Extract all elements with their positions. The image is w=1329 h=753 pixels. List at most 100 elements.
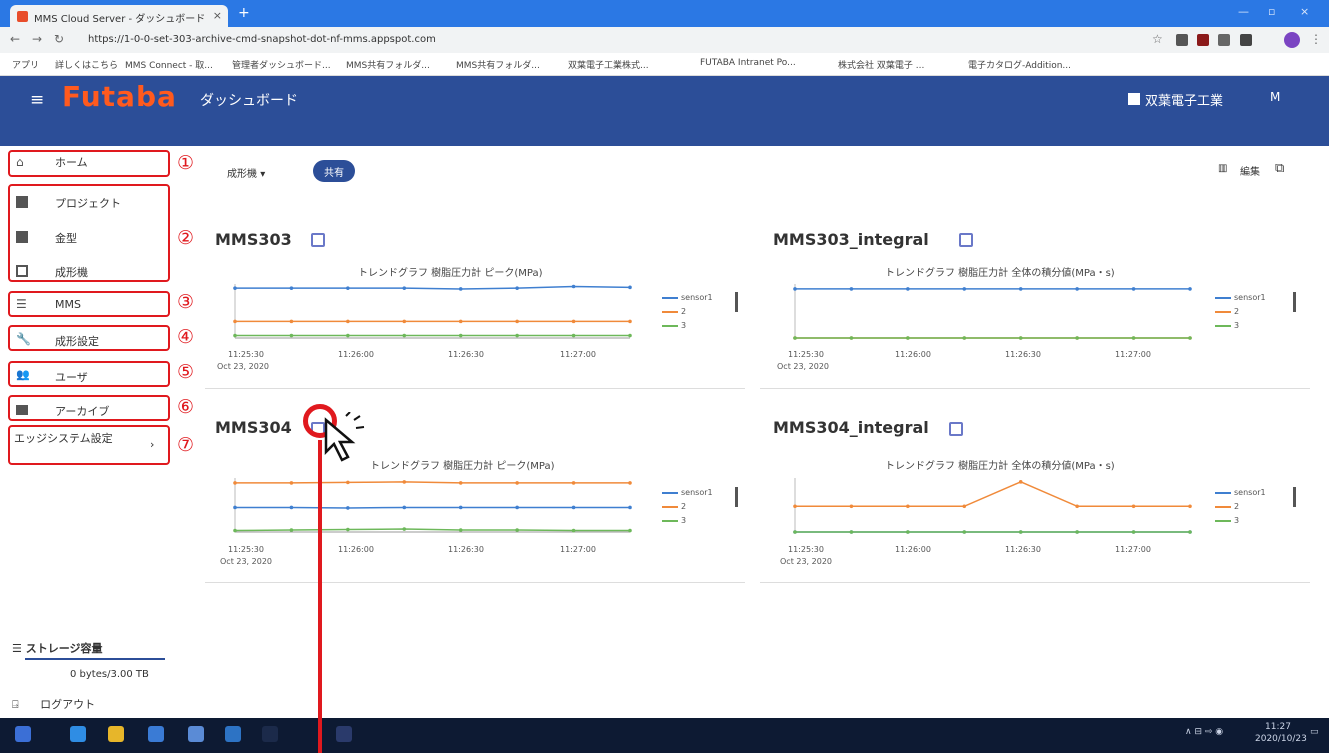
data-point[interactable] [233,528,237,533]
system-tray-icons[interactable]: ∧ ⊟ ⇨ ◉ [1185,727,1223,737]
layout-icon[interactable]: ▥ [1218,163,1227,174]
data-point[interactable] [849,504,854,509]
data-point[interactable] [906,504,910,509]
data-point[interactable] [571,505,576,510]
data-point[interactable] [571,284,576,289]
bookmark-item[interactable]: 詳しくはこちら [55,58,118,71]
legend-item[interactable]: 3 [662,516,686,525]
data-point[interactable] [515,333,519,338]
logout-button[interactable]: ⍈ ログアウト [12,696,95,712]
legend-item[interactable]: 2 [662,307,686,316]
data-point[interactable] [402,286,407,290]
acrobat-icon[interactable] [262,726,278,742]
new-tab-icon[interactable]: + [238,5,250,21]
data-point[interactable] [962,287,967,291]
data-point[interactable] [233,319,237,324]
reload-icon[interactable]: ↻ [54,32,64,46]
notification-icon[interactable]: ▭ [1310,727,1319,737]
data-point[interactable] [1131,530,1136,534]
legend-scrollbar[interactable] [1293,487,1296,507]
data-point[interactable] [1018,530,1023,534]
data-point[interactable] [628,285,632,290]
minimize-icon[interactable]: — [1238,5,1249,18]
photoshop-icon[interactable] [336,726,352,742]
data-point[interactable] [962,530,967,534]
data-point[interactable] [849,287,854,291]
kebab-menu-icon[interactable]: ⋮ [1310,32,1322,46]
bookmark-item[interactable]: 株式会社 双葉電子 ... [838,58,924,71]
bookmark-item[interactable]: アプリ [12,58,39,71]
edge-icon[interactable] [70,726,86,742]
data-point[interactable] [1018,480,1023,484]
data-point[interactable] [1018,336,1023,340]
data-point[interactable] [849,336,854,340]
data-point[interactable] [793,504,797,509]
explorer-icon[interactable] [148,726,164,742]
chrome-icon[interactable] [108,726,124,742]
bookmark-star-icon[interactable]: ☆ [1152,32,1163,46]
data-point[interactable] [628,505,632,510]
data-point[interactable] [849,530,854,534]
data-point[interactable] [515,528,519,532]
company-name[interactable]: 双葉電子工業 [1145,90,1223,109]
data-point[interactable] [1188,287,1192,291]
extension-icon[interactable] [1176,34,1188,46]
data-point[interactable] [515,505,519,510]
legend-item[interactable]: sensor1 [662,293,713,302]
data-point[interactable] [628,528,632,533]
back-icon[interactable]: ← [10,32,20,46]
data-point[interactable] [571,481,576,485]
fullscreen-icon[interactable]: ⧉ [1275,161,1284,176]
data-point[interactable] [289,319,294,324]
data-point[interactable] [233,481,237,485]
data-point[interactable] [402,480,407,484]
app-icon[interactable] [188,726,204,742]
url-input[interactable]: https://1-0-0-set-303-archive-cmd-snapsh… [80,31,1120,49]
legend-item[interactable]: 2 [662,502,686,511]
bookmark-item[interactable]: MMS共有フォルダ... [346,58,430,71]
data-point[interactable] [289,528,294,532]
data-point[interactable] [289,333,294,338]
bookmark-item[interactable]: MMS Connect - 取... [125,58,213,71]
data-point[interactable] [906,287,910,291]
legend-item[interactable]: sensor1 [1215,293,1266,302]
data-point[interactable] [962,504,967,509]
tray-date[interactable]: 2020/10/23 [1255,734,1307,744]
data-point[interactable] [906,336,910,340]
hamburger-menu-icon[interactable]: ≡ [30,90,44,110]
data-point[interactable] [458,505,463,510]
data-point[interactable] [346,480,350,485]
data-point[interactable] [458,319,463,324]
data-point[interactable] [1075,530,1079,534]
legend-item[interactable]: 3 [662,321,686,330]
tray-time[interactable]: 11:27 [1265,722,1291,732]
data-point[interactable] [1188,336,1192,340]
edit-panel-icon[interactable] [959,233,973,247]
profile-avatar[interactable] [1284,32,1300,48]
data-point[interactable] [402,319,407,324]
data-point[interactable] [1018,287,1023,291]
bookmark-item[interactable]: 電子カタログ-Addition... [968,58,1071,71]
data-point[interactable] [793,287,797,291]
data-point[interactable] [1131,504,1136,509]
legend-item[interactable]: 2 [1215,307,1239,316]
extensions-puzzle-icon[interactable] [1240,34,1252,46]
data-point[interactable] [346,333,350,338]
data-point[interactable] [233,286,237,290]
data-point[interactable] [402,333,407,338]
data-point[interactable] [571,528,576,533]
data-point[interactable] [793,336,797,340]
data-point[interactable] [233,333,237,338]
window-close-icon[interactable]: × [1300,5,1309,18]
legend-item[interactable]: 3 [1215,321,1239,330]
forward-icon[interactable]: → [32,32,42,46]
data-point[interactable] [458,287,463,291]
maximize-icon[interactable]: ▫ [1268,5,1275,18]
data-point[interactable] [515,319,519,324]
data-point[interactable] [962,336,967,340]
bookmark-item[interactable]: FUTABA Intranet Po... [700,58,796,68]
app-icon[interactable] [225,726,241,742]
legend-item[interactable]: sensor1 [662,488,713,497]
data-point[interactable] [906,530,910,534]
data-point[interactable] [402,527,407,531]
